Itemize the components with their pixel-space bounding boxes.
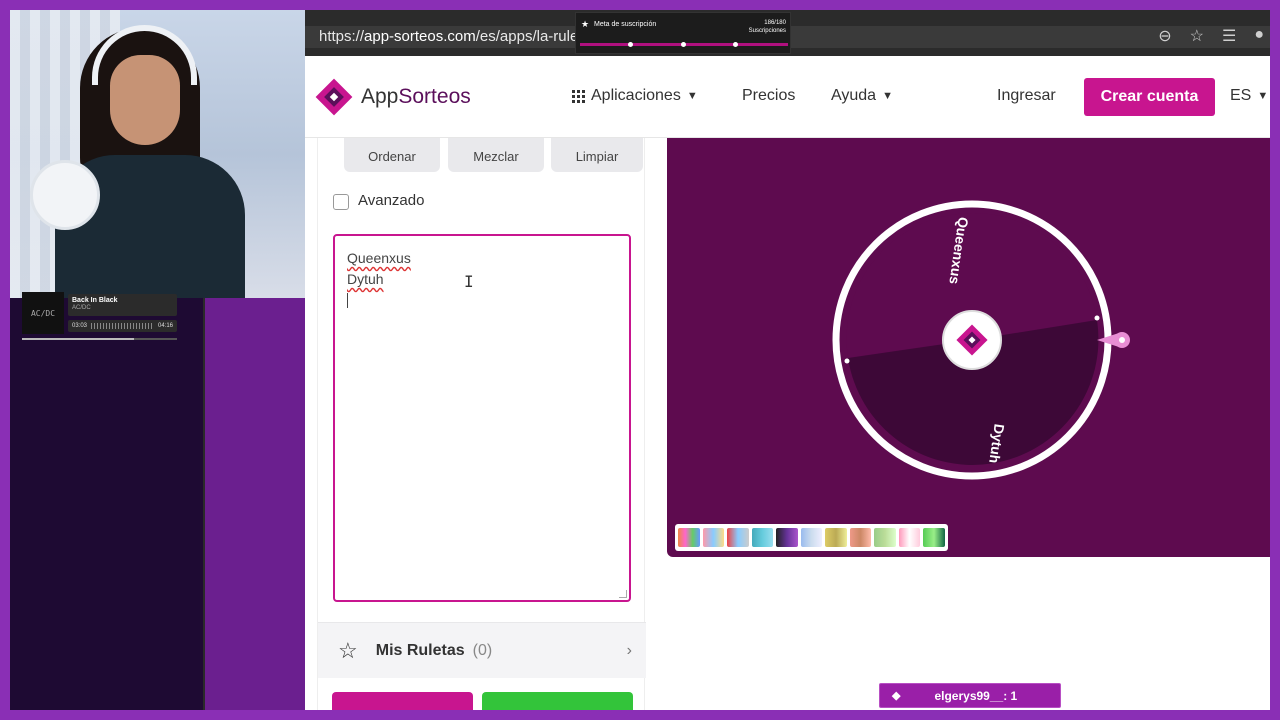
- subscription-goal-widget: ★ Meta de suscripción 186/180 Suscripcio…: [575, 12, 791, 54]
- bottom-button-pink[interactable]: [332, 692, 473, 710]
- palette-swatch[interactable]: [702, 528, 725, 547]
- bookmarks-icon[interactable]: ☰: [1222, 26, 1236, 46]
- my-wheels-row[interactable]: ☆ Mis Ruletas (0) ›: [318, 622, 646, 678]
- chevron-down-icon: ▼: [686, 90, 698, 102]
- wheel[interactable]: Queenxus Dytuh: [667, 138, 1270, 557]
- palette-swatch[interactable]: [923, 528, 946, 547]
- palette-swatch[interactable]: [825, 528, 847, 547]
- palette-swatch[interactable]: [898, 528, 921, 547]
- create-account-button[interactable]: Crear cuenta: [1084, 78, 1215, 116]
- music-title: Back In Black: [72, 297, 118, 304]
- chevron-right-icon: ›: [626, 641, 632, 659]
- sort-button[interactable]: Ordenar: [344, 138, 440, 172]
- stream-frame-top: [0, 0, 1280, 10]
- bottom-button-green[interactable]: [482, 692, 633, 710]
- webcam-feed: [10, 10, 305, 298]
- stream-frame-bottom: [0, 710, 1280, 720]
- entry-line: Dytuh: [347, 271, 384, 287]
- resize-handle-icon[interactable]: [619, 590, 627, 598]
- microphone: [30, 160, 100, 230]
- music-artist: AC/DC: [72, 305, 91, 311]
- nav-help-label: Ayuda: [831, 87, 877, 104]
- logo-suffix: Sorteos: [398, 85, 471, 108]
- apps-grid-icon: [572, 89, 585, 103]
- text-caret: [347, 293, 348, 308]
- chevron-down-icon: ▼: [882, 90, 893, 102]
- my-wheels-label: Mis Ruletas: [375, 641, 465, 659]
- url-text[interactable]: https://app-sorteos.com/es/apps/la-rule: [319, 28, 578, 45]
- gem-icon: ◆: [892, 690, 901, 702]
- url-host: app-sorteos.com: [364, 28, 476, 45]
- wheel-pointer-icon: [1097, 332, 1130, 348]
- music-timebar: 03:03 04:16: [68, 320, 177, 332]
- music-widget: AC/DC Back In Black AC/DC 03:03 04:16: [22, 292, 177, 340]
- nav-prices-label: Precios: [742, 87, 796, 104]
- stream-frame-left: [0, 0, 10, 720]
- appsorteos-logo-icon[interactable]: [315, 78, 353, 116]
- music-total: 04:16: [157, 323, 173, 329]
- profile-icon[interactable]: ●: [1254, 26, 1264, 46]
- url-path: /es/apps/la-rule: [475, 28, 579, 45]
- entries-panel: Ordenar Mezclar Limpiar Avanzado Queenxu…: [317, 138, 646, 710]
- more-icon[interactable]: ⊖: [1158, 26, 1171, 46]
- music-progress-fill: [22, 338, 134, 340]
- wheel-area: Queenxus Dytuh: [667, 138, 1270, 557]
- site-header: AppSorteos Aplicaciones ▼ Precios Ayuda …: [305, 56, 1270, 138]
- logo-text[interactable]: AppSorteos: [361, 85, 471, 109]
- goal-marker: [681, 42, 686, 47]
- goal-marker: [628, 42, 633, 47]
- entries-textarea[interactable]: Queenxus Dytuh: [333, 234, 631, 602]
- entry-line: Queenxus: [347, 250, 411, 266]
- my-wheels-count: (0): [472, 641, 493, 659]
- browser-icons: ⊖ ☆ ☰ ●: [1158, 26, 1270, 46]
- waveform-icon: [91, 323, 154, 329]
- ibeam-cursor-icon: I: [464, 272, 474, 291]
- music-info: Back In Black AC/DC: [68, 294, 177, 316]
- clear-button[interactable]: Limpiar: [551, 138, 643, 172]
- nav-applications[interactable]: Aplicaciones ▼: [572, 87, 698, 105]
- color-palette-selector[interactable]: [675, 524, 948, 551]
- login-link[interactable]: Ingresar: [997, 87, 1056, 105]
- shuffle-button[interactable]: Mezclar: [448, 138, 544, 172]
- wheel-peg: [844, 358, 850, 364]
- stream-side-divider: [203, 298, 205, 710]
- stream-frame-right: [1270, 0, 1280, 720]
- palette-swatch[interactable]: [727, 528, 749, 547]
- advanced-checkbox[interactable]: [333, 194, 349, 210]
- star-icon[interactable]: ☆: [1190, 26, 1204, 46]
- language-selector[interactable]: ES ▼: [1230, 87, 1268, 105]
- nav-prices[interactable]: Precios: [742, 87, 795, 105]
- notification-text: elgerys99__: 1: [934, 688, 1018, 703]
- palette-swatch[interactable]: [849, 528, 872, 547]
- palette-swatch[interactable]: [776, 528, 798, 547]
- goal-count-unit: Suscripciones: [748, 28, 786, 34]
- chevron-down-icon: ▼: [1257, 90, 1269, 102]
- logo-prefix: App: [361, 85, 399, 108]
- palette-swatch[interactable]: [751, 528, 774, 547]
- url-prefix: https://: [319, 28, 365, 45]
- music-elapsed: 03:03: [72, 323, 88, 329]
- music-progress-track: [22, 338, 177, 340]
- nav-help[interactable]: Ayuda ▼: [831, 87, 893, 105]
- advanced-label: Avanzado: [358, 192, 425, 209]
- nav-applications-label: Aplicaciones: [591, 87, 681, 104]
- chat-notification: ◆ elgerys99__: 1: [879, 683, 1061, 708]
- wheel-peg: [1094, 315, 1100, 321]
- palette-swatch[interactable]: [874, 528, 896, 547]
- goal-marker: [733, 42, 738, 47]
- goal-label: Meta de suscripción: [594, 21, 657, 28]
- star-icon: ☆: [338, 637, 358, 663]
- website: AppSorteos Aplicaciones ▼ Precios Ayuda …: [305, 56, 1270, 710]
- goal-count: 186/180 Suscripciones: [749, 19, 786, 35]
- goal-star-icon: ★: [581, 19, 590, 29]
- goal-count-value: 186/180: [764, 20, 786, 26]
- language-label: ES: [1230, 87, 1252, 104]
- album-cover: AC/DC: [22, 292, 64, 334]
- login-label: Ingresar: [997, 87, 1056, 104]
- palette-swatch[interactable]: [678, 528, 700, 547]
- stream-side-panel: [10, 298, 203, 710]
- palette-swatch[interactable]: [800, 528, 823, 547]
